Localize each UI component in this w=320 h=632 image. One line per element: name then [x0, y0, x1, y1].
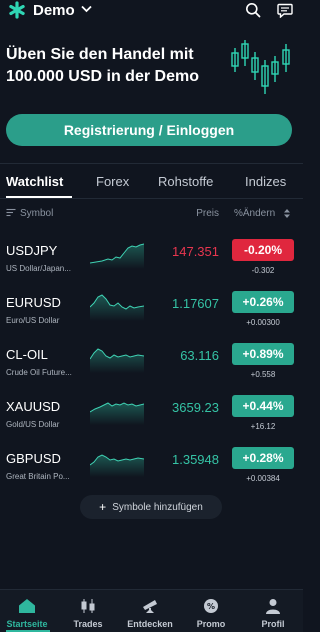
change-percent-badge: +0.89% [232, 343, 294, 365]
change-percent-badge: -0.20% [232, 239, 294, 261]
chat-icon[interactable] [277, 3, 293, 18]
top-bar: Demo [0, 0, 303, 22]
instrument-description: Great Britain Po... [6, 472, 70, 481]
change-percent-badge: +0.44% [232, 395, 294, 417]
sparkline-chart [90, 294, 144, 321]
instrument-symbol: CL-OIL [6, 347, 48, 362]
column-price[interactable]: Preis [196, 208, 219, 219]
instrument-price: 147.351 [172, 244, 219, 259]
instrument-symbol: USDJPY [6, 243, 58, 258]
tab-indizes[interactable]: Indizes [245, 174, 286, 189]
instrument-row-gbpusd[interactable]: GBPUSD Great Britain Po... 1.35948 +0.28… [0, 447, 303, 499]
home-icon [19, 599, 35, 613]
sparkline-chart [90, 243, 144, 269]
nav-label: Trades [73, 619, 103, 629]
sort-arrows-icon[interactable] [284, 209, 290, 218]
nav-label: Entdecken [127, 619, 173, 629]
search-icon[interactable] [245, 2, 261, 18]
column-symbol[interactable]: Symbol [20, 208, 53, 219]
sparkline-chart [90, 402, 144, 425]
instrument-description: Gold/US Dollar [6, 420, 60, 429]
bottom-navigation: Startseite Trades Entdecken % Promo Prof… [0, 589, 303, 632]
chevron-down-icon[interactable] [81, 5, 92, 13]
instrument-symbol: GBPUSD [6, 451, 61, 466]
instrument-price: 63.116 [180, 348, 219, 363]
change-absolute: +0.558 [250, 370, 276, 379]
instrument-row-xauusd[interactable]: XAUUSD Gold/US Dollar 3659.23 +0.44% +16… [0, 395, 303, 447]
register-login-button[interactable]: Registrierung / Einloggen [6, 114, 292, 146]
change-absolute: +0.00384 [246, 474, 280, 483]
tab-forex[interactable]: Forex [96, 174, 129, 189]
tab-watchlist[interactable]: Watchlist [6, 174, 63, 189]
nav-label: Profil [261, 619, 285, 629]
instrument-price: 1.17607 [172, 296, 219, 311]
nav-trades[interactable]: Trades [58, 590, 118, 632]
instrument-description: US Dollar/Japan... [6, 264, 71, 273]
watchlist-column-header: Symbol Preis %Ändern [0, 206, 303, 222]
instrument-description: Crude Oil Future... [6, 368, 72, 377]
change-absolute: +16.12 [250, 422, 276, 431]
market-tabs: Watchlist Forex Rohstoffe Indizes [0, 174, 303, 194]
tabs-divider [0, 198, 303, 199]
demo-banner-headline: Üben Sie den Handel mit 100.000 USD in d… [6, 44, 206, 88]
instrument-row-eurusd[interactable]: EURUSD Euro/US Dollar 1.17607 +0.26% +0.… [0, 291, 303, 343]
add-symbols-button[interactable]: + Symbole hinzufügen [80, 495, 222, 519]
instrument-row-usdjpy[interactable]: USDJPY US Dollar/Japan... 147.351 -0.20%… [0, 239, 303, 291]
promo-icon: % [204, 599, 218, 613]
nav-label: Startseite [6, 619, 48, 629]
change-percent-badge: +0.28% [232, 447, 294, 469]
account-selector-label[interactable]: Demo [33, 2, 75, 19]
plus-icon: + [99, 500, 107, 514]
change-absolute: -0.302 [251, 266, 275, 275]
tab-rohstoffe[interactable]: Rohstoffe [158, 174, 213, 189]
nav-startseite[interactable]: Startseite [0, 590, 57, 632]
instrument-description: Euro/US Dollar [6, 316, 60, 325]
change-absolute: +0.00300 [246, 318, 280, 327]
sort-list-icon[interactable] [6, 208, 16, 218]
change-percent-badge: +0.26% [232, 291, 294, 313]
asterisk-logo-icon [9, 1, 25, 19]
sparkline-chart [90, 454, 144, 477]
candlestick-icon [81, 599, 95, 613]
sparkline-chart [90, 348, 144, 373]
instrument-price: 1.35948 [172, 452, 219, 467]
instrument-price: 3659.23 [172, 400, 219, 415]
nav-promo[interactable]: % Promo [181, 590, 241, 632]
instrument-symbol: EURUSD [6, 295, 61, 310]
headline-line-2: 100.000 USD in der Demo [6, 68, 199, 85]
candlestick-illustration-icon [231, 40, 290, 94]
nav-label: Promo [196, 619, 226, 629]
svg-text:%: % [207, 602, 215, 611]
section-divider [0, 163, 303, 164]
nav-entdecken[interactable]: Entdecken [120, 590, 180, 632]
instrument-row-cl-oil[interactable]: CL-OIL Crude Oil Future... 63.116 +0.89%… [0, 343, 303, 395]
add-symbols-label: Symbole hinzufügen [112, 501, 203, 513]
user-icon [266, 599, 280, 614]
telescope-icon [143, 600, 157, 613]
column-change[interactable]: %Ändern [234, 208, 275, 219]
headline-line-1: Üben Sie den Handel mit [6, 46, 194, 63]
instrument-symbol: XAUUSD [6, 399, 61, 414]
nav-profil[interactable]: Profil [243, 590, 303, 632]
